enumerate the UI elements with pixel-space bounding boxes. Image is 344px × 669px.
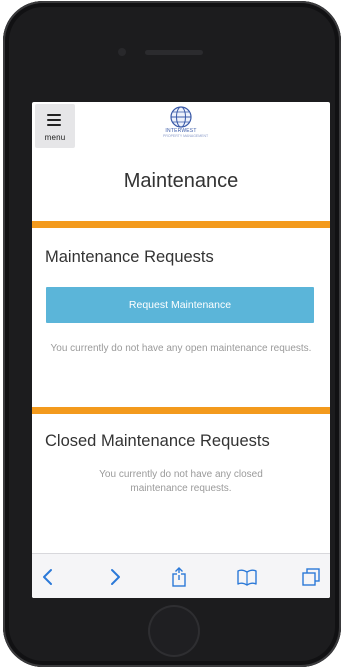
closed-requests-heading: Closed Maintenance Requests [45,432,270,450]
hamburger-icon [47,114,61,129]
share-icon[interactable] [168,566,190,588]
brand-logo[interactable]: INTERWEST PROPERTY MANAGEMENT [163,106,209,142]
back-icon[interactable] [38,566,60,588]
phone-frame: menu INTERWEST PROPERTY MANAGEMENT Maint… [3,1,341,667]
bookmarks-icon[interactable] [236,566,258,588]
menu-button[interactable]: menu [35,104,75,148]
forward-icon[interactable] [104,566,126,588]
earpiece-speaker [145,50,203,55]
home-button[interactable] [148,605,200,657]
globe-icon [170,106,192,128]
browser-toolbar [32,553,330,598]
tabs-icon[interactable] [300,566,322,588]
screen: menu INTERWEST PROPERTY MANAGEMENT Maint… [32,102,330,598]
section-divider [32,221,330,228]
closed-requests-empty-text: You currently do not have any closed mai… [99,469,263,494]
maintenance-requests-heading: Maintenance Requests [45,248,214,266]
section-divider [32,407,330,414]
menu-label: menu [44,133,66,142]
brand-subtitle: PROPERTY MANAGEMENT [163,134,209,138]
open-requests-empty-text: You currently do not have any open maint… [50,343,312,354]
page-title: Maintenance [123,170,239,192]
request-maintenance-button[interactable]: Request Maintenance [46,287,314,323]
front-camera [118,48,126,56]
